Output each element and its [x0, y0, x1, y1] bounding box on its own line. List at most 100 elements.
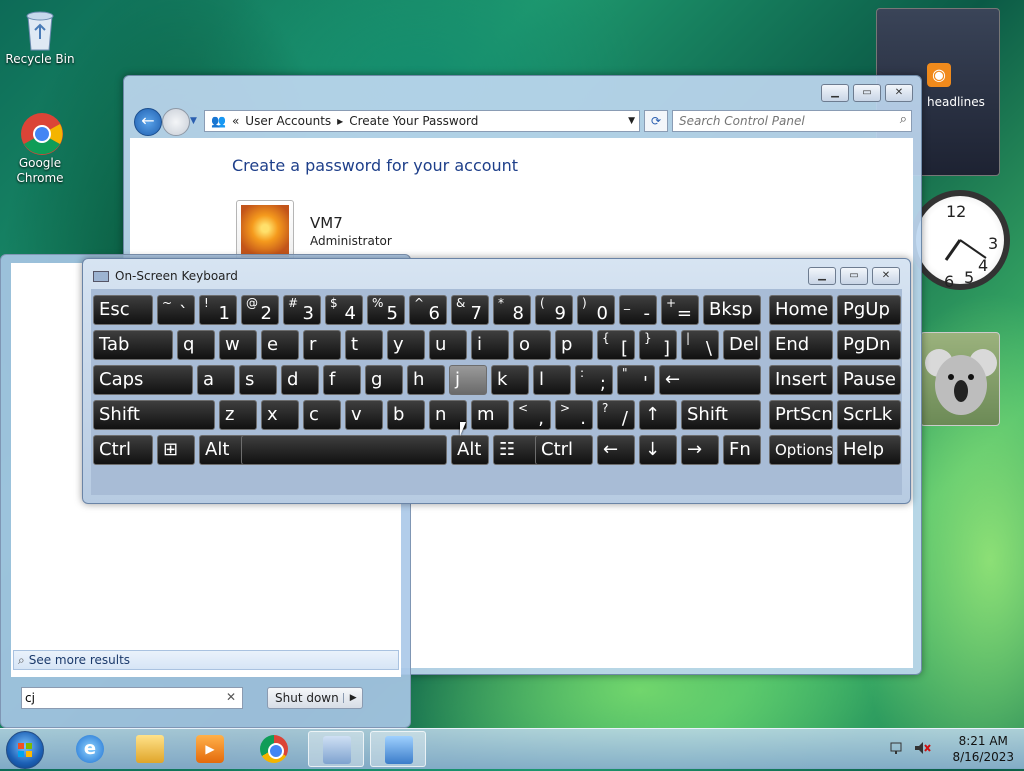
key-h[interactable]: h	[407, 365, 445, 395]
key--[interactable]: | \	[681, 330, 719, 360]
minimize-button[interactable]: ▁	[821, 84, 849, 102]
slideshow-gadget[interactable]	[920, 332, 1000, 426]
key-b[interactable]: b	[387, 400, 425, 430]
key--[interactable]: ↑	[639, 400, 677, 430]
key-0[interactable]: ) 0	[577, 295, 615, 325]
tray-clock[interactable]: 8:21 AM 8/16/2023	[952, 733, 1014, 765]
search-icon[interactable]: ⌕	[900, 112, 907, 127]
key-alt[interactable]: Alt	[199, 435, 247, 465]
key-y[interactable]: y	[387, 330, 425, 360]
key-bksp[interactable]: Bksp	[703, 295, 761, 325]
key-z[interactable]: z	[219, 400, 257, 430]
key-alt[interactable]: Alt	[451, 435, 489, 465]
key-w[interactable]: w	[219, 330, 257, 360]
breadcrumb-overflow-icon[interactable]: «	[232, 114, 239, 128]
key-options[interactable]: Options	[769, 435, 833, 465]
volume-muted-icon[interactable]	[914, 741, 931, 755]
key-space[interactable]	[241, 435, 447, 465]
taskbar-on-screen-keyboard[interactable]	[308, 731, 364, 767]
key-o[interactable]: o	[513, 330, 551, 360]
key--[interactable]: ☷	[493, 435, 541, 465]
start-button[interactable]	[6, 731, 44, 769]
key--[interactable]: →	[681, 435, 719, 465]
key-esc[interactable]: Esc	[93, 295, 153, 325]
key-pause[interactable]: Pause	[837, 365, 901, 395]
key--[interactable]: " '	[617, 365, 655, 395]
key-2[interactable]: @2	[241, 295, 279, 325]
taskbar-media-player[interactable]: ▶	[182, 731, 238, 767]
key-f[interactable]: f	[323, 365, 361, 395]
taskbar-control-panel[interactable]	[370, 731, 426, 767]
key-minus[interactable]: _ -	[619, 295, 657, 325]
key-q[interactable]: q	[177, 330, 215, 360]
breadcrumb-separator-icon[interactable]: ▸	[337, 114, 343, 128]
key-home[interactable]: Home	[769, 295, 833, 325]
key--[interactable]: {[	[597, 330, 635, 360]
key-tilde[interactable]: ~ `	[157, 295, 195, 325]
on-screen-keyboard-window[interactable]: On-Screen Keyboard ▁ ▭ ✕ Esc ~ `! 1 @2 #3 $4% 5…	[82, 258, 911, 504]
key-4[interactable]: $4	[325, 295, 363, 325]
key--[interactable]: <,	[513, 400, 551, 430]
taskbar-explorer[interactable]	[122, 731, 178, 767]
key-p[interactable]: p	[555, 330, 593, 360]
key--[interactable]: :;	[575, 365, 613, 395]
key--[interactable]: ↓	[639, 435, 677, 465]
key-d[interactable]: d	[281, 365, 319, 395]
key-v[interactable]: v	[345, 400, 383, 430]
see-more-results-link[interactable]: ⌕ See more results	[13, 650, 399, 670]
key-3[interactable]: #3	[283, 295, 321, 325]
key-caps[interactable]: Caps	[93, 365, 193, 395]
key--[interactable]: >.	[555, 400, 593, 430]
key-shift[interactable]: Shift	[681, 400, 761, 430]
close-button[interactable]: ✕	[885, 84, 913, 102]
key-k[interactable]: k	[491, 365, 529, 395]
key-end[interactable]: End	[769, 330, 833, 360]
refresh-button[interactable]: ⟳	[644, 110, 668, 132]
clock-gadget[interactable]: 12 3 4 5 6	[910, 190, 1010, 316]
key--[interactable]: ←	[659, 365, 761, 395]
key-ctrl[interactable]: Ctrl	[535, 435, 593, 465]
key-pgdn[interactable]: PgDn	[837, 330, 901, 360]
key-x[interactable]: x	[261, 400, 299, 430]
key-9[interactable]: (9	[535, 295, 573, 325]
key-del[interactable]: Del	[723, 330, 761, 360]
osk-close-button[interactable]: ✕	[872, 267, 900, 285]
desktop-icon-recycle-bin[interactable]: Recycle Bin	[0, 8, 80, 67]
key-tab[interactable]: Tab	[93, 330, 173, 360]
key--[interactable]: ⊞	[157, 435, 195, 465]
key-help[interactable]: Help	[837, 435, 901, 465]
back-button[interactable]: ←	[134, 108, 162, 136]
key-insert[interactable]: Insert	[769, 365, 833, 395]
maximize-button[interactable]: ▭	[853, 84, 881, 102]
key-prtscn[interactable]: PrtScn	[769, 400, 833, 430]
key-a[interactable]: a	[197, 365, 235, 395]
key-pgup[interactable]: PgUp	[837, 295, 901, 325]
key-s[interactable]: s	[239, 365, 277, 395]
key-t[interactable]: t	[345, 330, 383, 360]
taskbar-internet-explorer[interactable]: e	[62, 731, 118, 767]
key-7[interactable]: & 7	[451, 295, 489, 325]
key-e[interactable]: e	[261, 330, 299, 360]
breadcrumb-item-create-password[interactable]: Create Your Password	[349, 114, 478, 128]
desktop-icon-google-chrome[interactable]: Google Chrome	[0, 112, 80, 186]
key-r[interactable]: r	[303, 330, 341, 360]
key--[interactable]: }]	[639, 330, 677, 360]
key-5[interactable]: % 5	[367, 295, 405, 325]
taskbar-google-chrome[interactable]	[246, 731, 302, 767]
search-box[interactable]: ⌕	[672, 110, 912, 132]
start-search-input[interactable]	[22, 688, 217, 708]
forward-button[interactable]	[162, 108, 190, 136]
breadcrumb-item-user-accounts[interactable]: User Accounts	[245, 114, 331, 128]
key-u[interactable]: u	[429, 330, 467, 360]
start-search-box[interactable]: ✕	[21, 687, 243, 709]
shutdown-button[interactable]: Shut down ▶	[267, 687, 363, 709]
search-input[interactable]	[673, 111, 881, 131]
key-scrlk[interactable]: ScrLk	[837, 400, 901, 430]
key--[interactable]: ? /	[597, 400, 635, 430]
recent-pages-dropdown-icon[interactable]: ▼	[190, 116, 197, 126]
key-6[interactable]: ^ 6	[409, 295, 447, 325]
osk-maximize-button[interactable]: ▭	[840, 267, 868, 285]
shutdown-options-arrow-icon[interactable]: ▶	[343, 693, 362, 703]
key-ctrl[interactable]: Ctrl	[93, 435, 153, 465]
key-8[interactable]: * 8	[493, 295, 531, 325]
